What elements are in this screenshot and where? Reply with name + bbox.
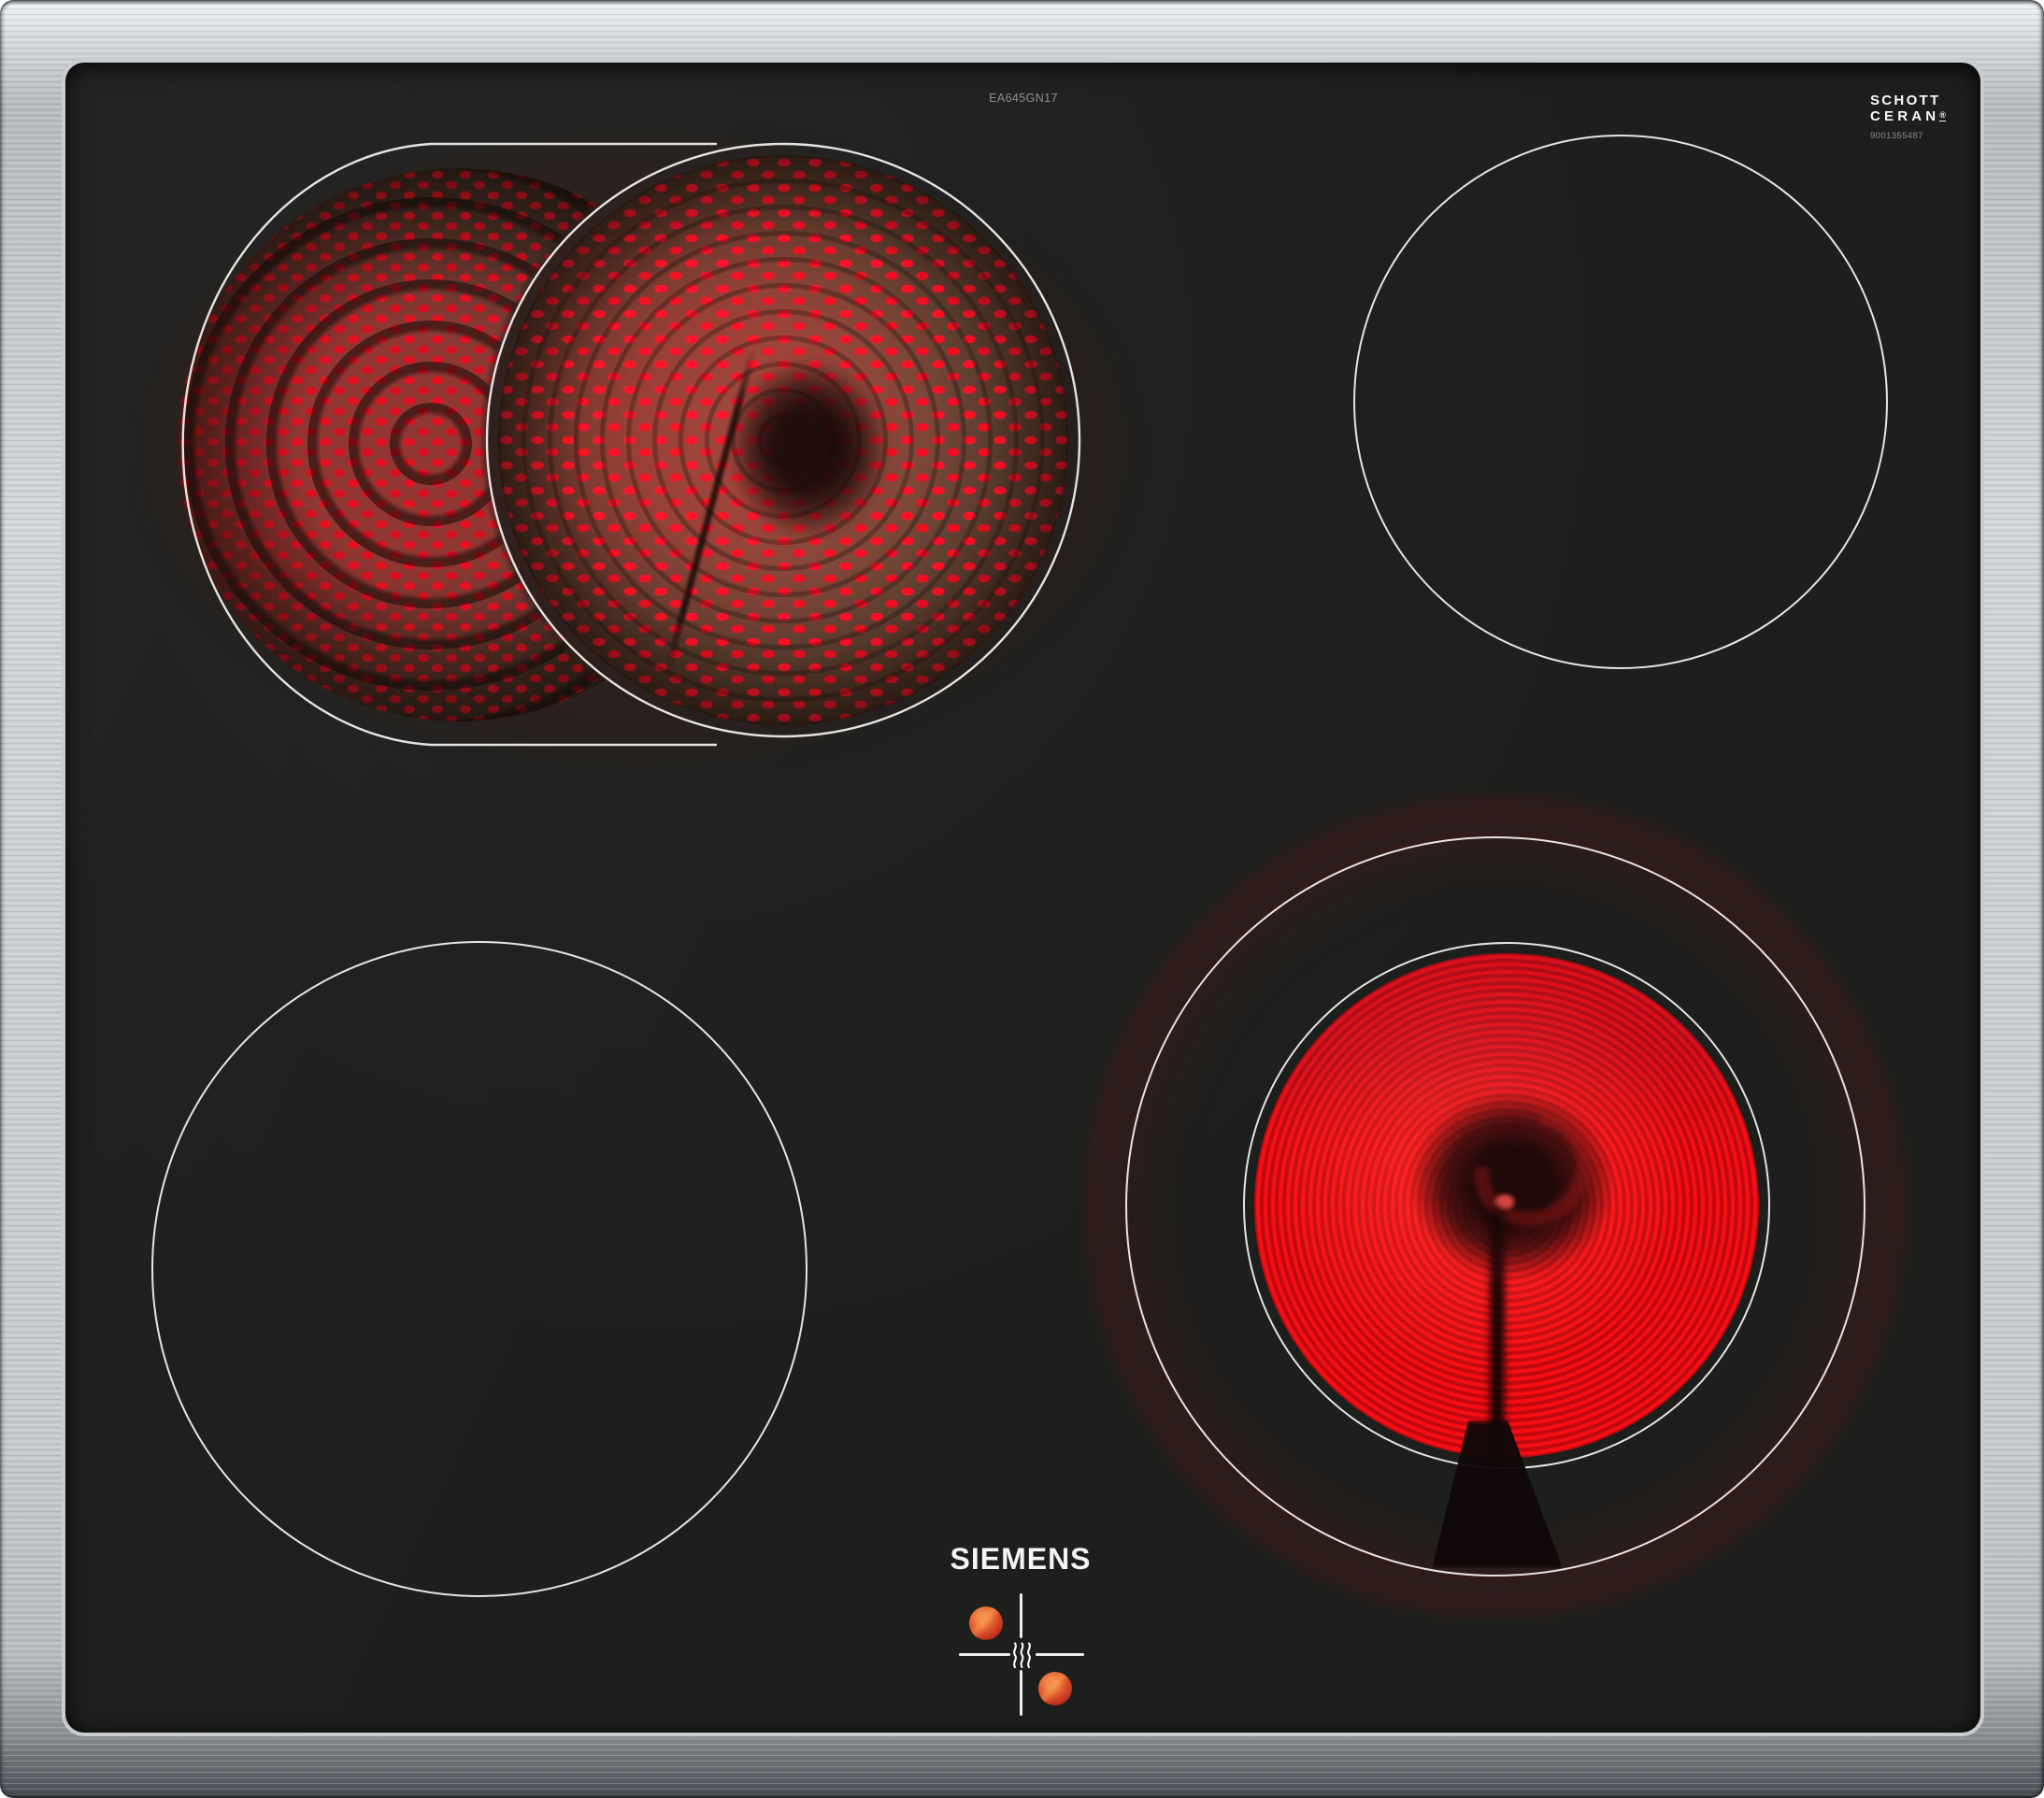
schott-wordmark: SCHOTT	[1870, 93, 1941, 108]
control-markings	[949, 1587, 1093, 1722]
model-number-label: EA645GN17	[989, 92, 1058, 105]
schott-ceran-logo: SCHOTT CERAN® 9001355487	[1870, 93, 1960, 141]
siemens-logo: SIEMENS	[950, 1542, 1092, 1576]
stainless-steel-frame: EA645GN17 SCHOTT CERAN® 9001355487 SIEME…	[0, 0, 2044, 1798]
ceran-text: CERAN	[1870, 108, 1940, 124]
reference-number-label: 9001355487	[1870, 131, 1923, 141]
cross-line-left	[959, 1653, 1010, 1656]
residual-heat-icon	[1013, 1642, 1031, 1669]
registered-trademark-symbol: ®	[1939, 110, 1946, 121]
cross-line-bottom	[1020, 1670, 1022, 1716]
cross-line-right	[1036, 1653, 1084, 1656]
back-left-zone-outline	[181, 142, 1081, 747]
indicator-dot-lower-right	[1038, 1672, 1072, 1705]
ceran-wordmark: CERAN®	[1870, 107, 1960, 124]
indicator-dot-upper-left	[969, 1606, 1003, 1640]
back-right-zone-outline	[1353, 135, 1888, 669]
product-photo-stage: EA645GN17 SCHOTT CERAN® 9001355487 SIEME…	[0, 0, 2044, 1798]
cross-line-top	[1020, 1593, 1022, 1638]
front-left-zone-outline	[151, 941, 808, 1597]
